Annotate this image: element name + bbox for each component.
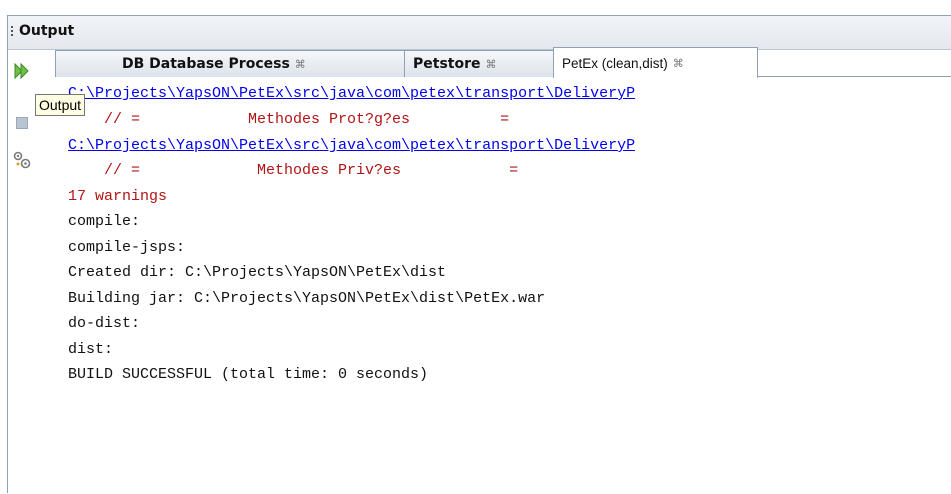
settings-icon[interactable]: [13, 151, 31, 169]
console-line: compile-jsps:: [68, 239, 186, 256]
console-line: Created dir: C:\Projects\YapsON\PetEx\di…: [68, 264, 447, 281]
output-titlebar[interactable]: Output: [8, 16, 951, 50]
tab-label: PetEx (clean,dist): [562, 55, 668, 71]
console-line: do-dist:: [68, 315, 141, 332]
close-tab-icon[interactable]: ⌘: [295, 58, 306, 71]
console-line: BUILD SUCCESSFUL (total time: 0 seconds): [68, 366, 429, 383]
console-line: // = Methodes Prot?g?es =: [68, 111, 510, 128]
grip-icon[interactable]: [11, 26, 14, 40]
tab-label: DB Database Process: [122, 56, 290, 72]
console-output[interactable]: C:\Projects\YapsON\PetEx\src\java\com\pe…: [60, 78, 951, 493]
tab-petstore[interactable]: Petstore ⌘: [404, 50, 554, 77]
console-line: dist:: [68, 341, 114, 358]
output-toolbar: [8, 50, 56, 494]
output-tabs: DB Database Process ⌘ Petstore ⌘ PetEx (…: [55, 47, 951, 78]
tab-petex-clean-dist[interactable]: PetEx (clean,dist) ⌘: [553, 47, 758, 78]
panel-title: Output: [19, 23, 75, 39]
tab-db-database-process[interactable]: DB Database Process ⌘: [55, 50, 405, 77]
console-line: 17 warnings: [68, 188, 168, 205]
tab-label: Petstore: [413, 56, 481, 72]
console-line: compile:: [68, 213, 141, 230]
close-tab-icon[interactable]: ⌘: [486, 58, 497, 71]
output-tooltip: Output: [35, 94, 86, 116]
console-link[interactable]: C:\Projects\YapsON\PetEx\src\java\com\pe…: [68, 136, 635, 156]
stop-icon[interactable]: [13, 114, 31, 132]
console-line: Building jar: C:\Projects\YapsON\PetEx\d…: [68, 290, 546, 307]
run-again-icon[interactable]: [13, 62, 31, 80]
console-link[interactable]: C:\Projects\YapsON\PetEx\src\java\com\pe…: [68, 84, 635, 104]
console-line: // = Methodes Priv?es =: [68, 162, 519, 179]
close-tab-icon[interactable]: ⌘: [673, 57, 684, 70]
